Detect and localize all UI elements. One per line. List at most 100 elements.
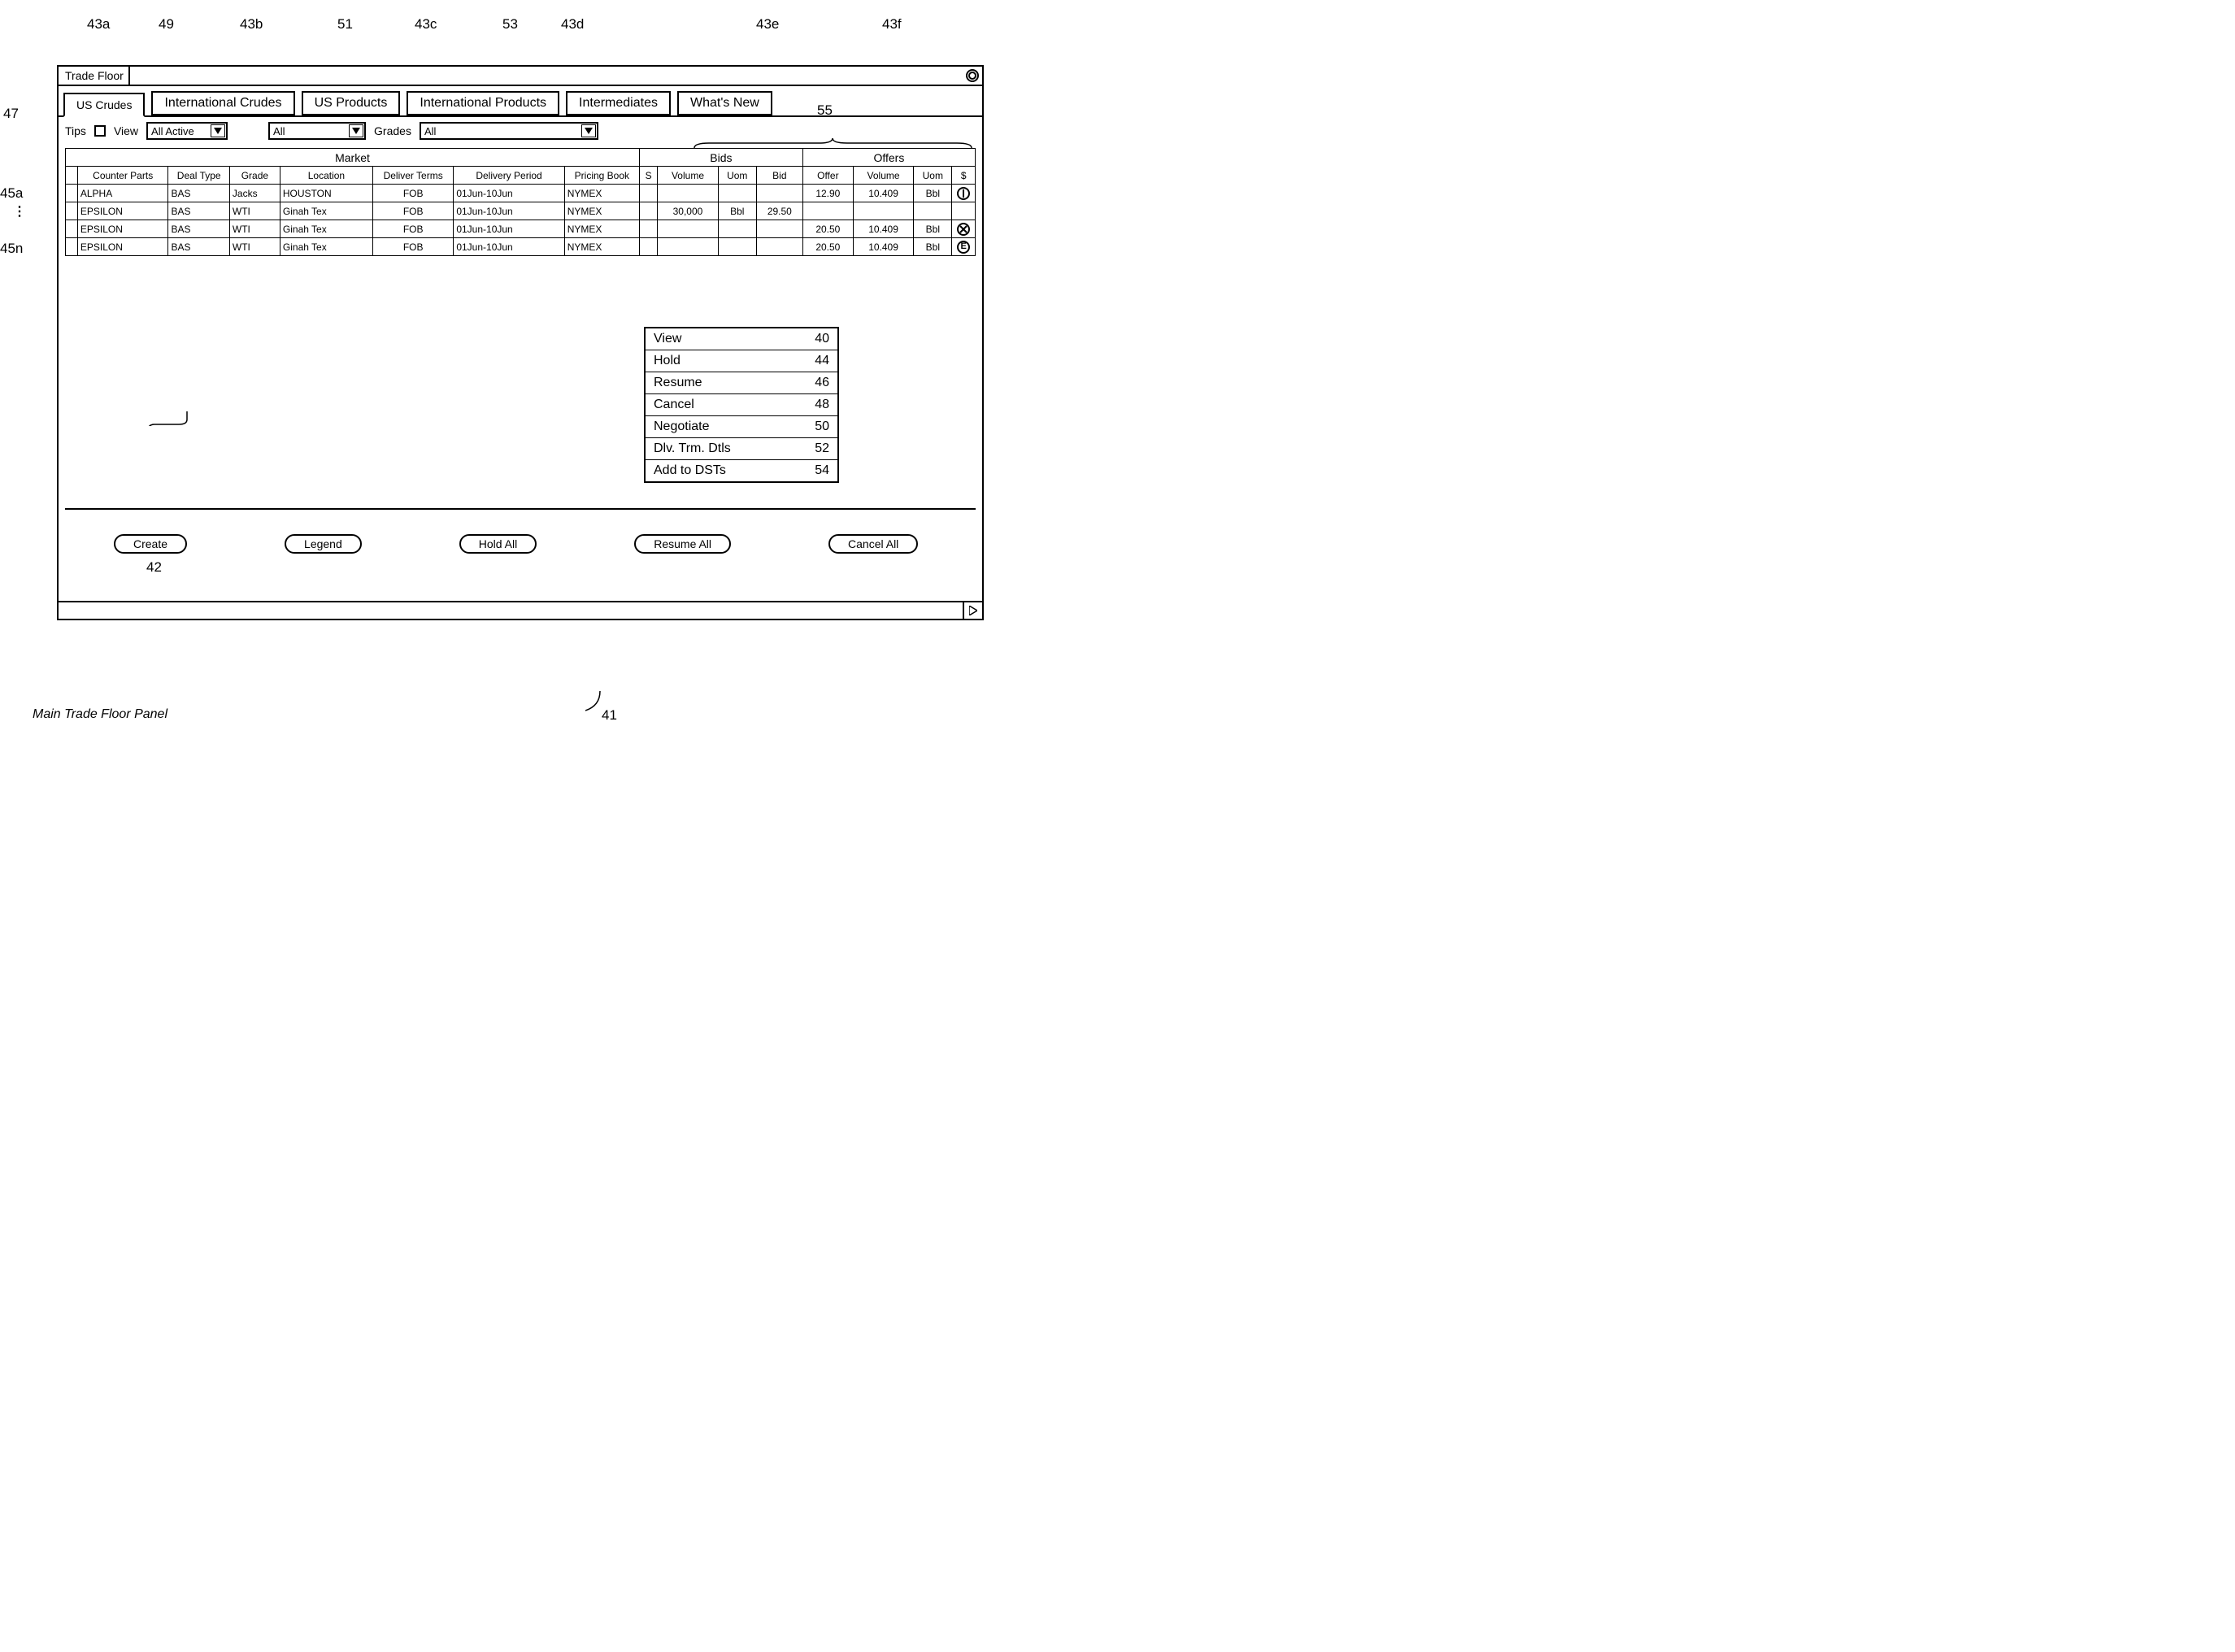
titlebar[interactable]: Trade Floor (59, 67, 982, 86)
tab-whats-new[interactable]: What's New (677, 91, 772, 115)
cell: 01Jun-10Jun (454, 238, 564, 256)
tab-us-products[interactable]: US Products (302, 91, 401, 115)
trade-floor-window: Trade Floor US Crudes International Crud… (57, 65, 984, 620)
filter2-dropdown-value: All (273, 125, 346, 137)
chevron-down-icon (349, 124, 363, 137)
ref-43e: 43e (756, 16, 779, 33)
ref-47: 47 (3, 106, 19, 122)
context-menu-item[interactable]: Hold44 (646, 350, 837, 372)
context-menu-ref: 44 (815, 354, 829, 368)
grades-dropdown[interactable]: All (420, 122, 598, 140)
col-location: Location (280, 167, 372, 185)
cell: Bbl (914, 185, 952, 202)
col-counter: Counter Parts (77, 167, 168, 185)
ref-43d: 43d (561, 16, 584, 33)
ref-45a: 45a (0, 185, 23, 202)
cell (802, 202, 853, 220)
row-action-icon[interactable] (957, 223, 970, 236)
context-menu-item[interactable]: Negotiate50 (646, 416, 837, 438)
scroll-right-button[interactable] (963, 602, 982, 619)
cell (66, 220, 78, 238)
col-group-market: Market (66, 149, 640, 167)
filter2-dropdown[interactable]: All (268, 122, 366, 140)
cell (639, 238, 657, 256)
ref-43b: 43b (240, 16, 263, 33)
cell (658, 185, 718, 202)
cell: 10.409 (853, 185, 913, 202)
col-deal: Deal Type (168, 167, 229, 185)
row-action-icon[interactable]: E (957, 241, 970, 254)
tab-international-products[interactable]: International Products (407, 91, 559, 115)
cell: WTI (229, 202, 280, 220)
cell (658, 220, 718, 238)
ref-dots: ⋮ (13, 203, 26, 220)
table-row[interactable]: EPSILONBASWTIGinah TexFOB01Jun-10JunNYME… (66, 238, 976, 256)
context-menu-item[interactable]: Resume46 (646, 372, 837, 394)
cell: NYMEX (564, 238, 639, 256)
cell: BAS (168, 238, 229, 256)
cell: BAS (168, 185, 229, 202)
context-menu-item[interactable]: Cancel48 (646, 394, 837, 416)
tab-intermediates[interactable]: Intermediates (566, 91, 671, 115)
cell: HOUSTON (280, 185, 372, 202)
row-action-cell[interactable] (952, 185, 976, 202)
context-menu-item[interactable]: Dlv. Trm. Dtls52 (646, 438, 837, 460)
col-group-bids: Bids (639, 149, 802, 167)
tips-checkbox[interactable] (94, 125, 106, 137)
view-dropdown-value: All Active (151, 125, 207, 137)
title-divider (128, 67, 130, 85)
cell (756, 185, 802, 202)
cell: NYMEX (564, 185, 639, 202)
ref-45n: 45n (0, 241, 23, 257)
row-action-cell[interactable]: E (952, 238, 976, 256)
cell: Ginah Tex (280, 202, 372, 220)
hold-all-button[interactable]: Hold All (459, 534, 537, 554)
cell: 29.50 (756, 202, 802, 220)
market-table: Market Bids Offers Counter Parts Deal Ty… (65, 148, 976, 256)
brace-55 (693, 138, 973, 150)
cancel-all-button[interactable]: Cancel All (828, 534, 918, 554)
resume-all-button[interactable]: Resume All (634, 534, 731, 554)
cell: NYMEX (564, 220, 639, 238)
cell (756, 220, 802, 238)
cell: Bbl (914, 220, 952, 238)
target-icon[interactable] (966, 69, 979, 82)
context-menu-item[interactable]: Add to DSTs54 (646, 460, 837, 481)
view-dropdown[interactable]: All Active (146, 122, 228, 140)
context-menu-item[interactable]: View40 (646, 328, 837, 350)
tab-international-crudes[interactable]: International Crudes (151, 91, 294, 115)
col-grade: Grade (229, 167, 280, 185)
ref-49: 49 (159, 16, 174, 33)
table-row[interactable]: EPSILONBASWTIGinah TexFOB01Jun-10JunNYME… (66, 220, 976, 238)
row-action-icon[interactable] (957, 187, 970, 200)
figure-caption: Main Trade Floor Panel (33, 707, 167, 722)
ref-53: 53 (502, 16, 518, 33)
cell (639, 185, 657, 202)
col-s: S (639, 167, 657, 185)
context-menu-label: Add to DSTs (654, 463, 726, 478)
cell: FOB (372, 185, 453, 202)
cell: 20.50 (802, 238, 853, 256)
cell (756, 238, 802, 256)
tab-us-crudes[interactable]: US Crudes (63, 93, 145, 117)
cell (66, 185, 78, 202)
row-action-cell[interactable] (952, 220, 976, 238)
cell: WTI (229, 220, 280, 238)
cell: 10.409 (853, 238, 913, 256)
ref-43f: 43f (882, 16, 902, 33)
create-button[interactable]: Create (114, 534, 187, 554)
hook-41 (585, 691, 610, 715)
col-book: Pricing Book (564, 167, 639, 185)
cell: 20.50 (802, 220, 853, 238)
table-row[interactable]: EPSILONBASWTIGinah TexFOB01Jun-10JunNYME… (66, 202, 976, 220)
context-menu-label: View (654, 332, 681, 346)
table-row[interactable]: ALPHABASJacksHOUSTONFOB01Jun-10JunNYMEX1… (66, 185, 976, 202)
cell (718, 238, 756, 256)
legend-button[interactable]: Legend (285, 534, 362, 554)
window-title: Trade Floor (62, 69, 127, 82)
footer-buttons: Create Legend Hold All Resume All Cancel… (65, 510, 976, 594)
cell (718, 185, 756, 202)
chevron-down-icon (211, 124, 225, 137)
cell: Bbl (718, 202, 756, 220)
row-action-cell[interactable] (952, 202, 976, 220)
